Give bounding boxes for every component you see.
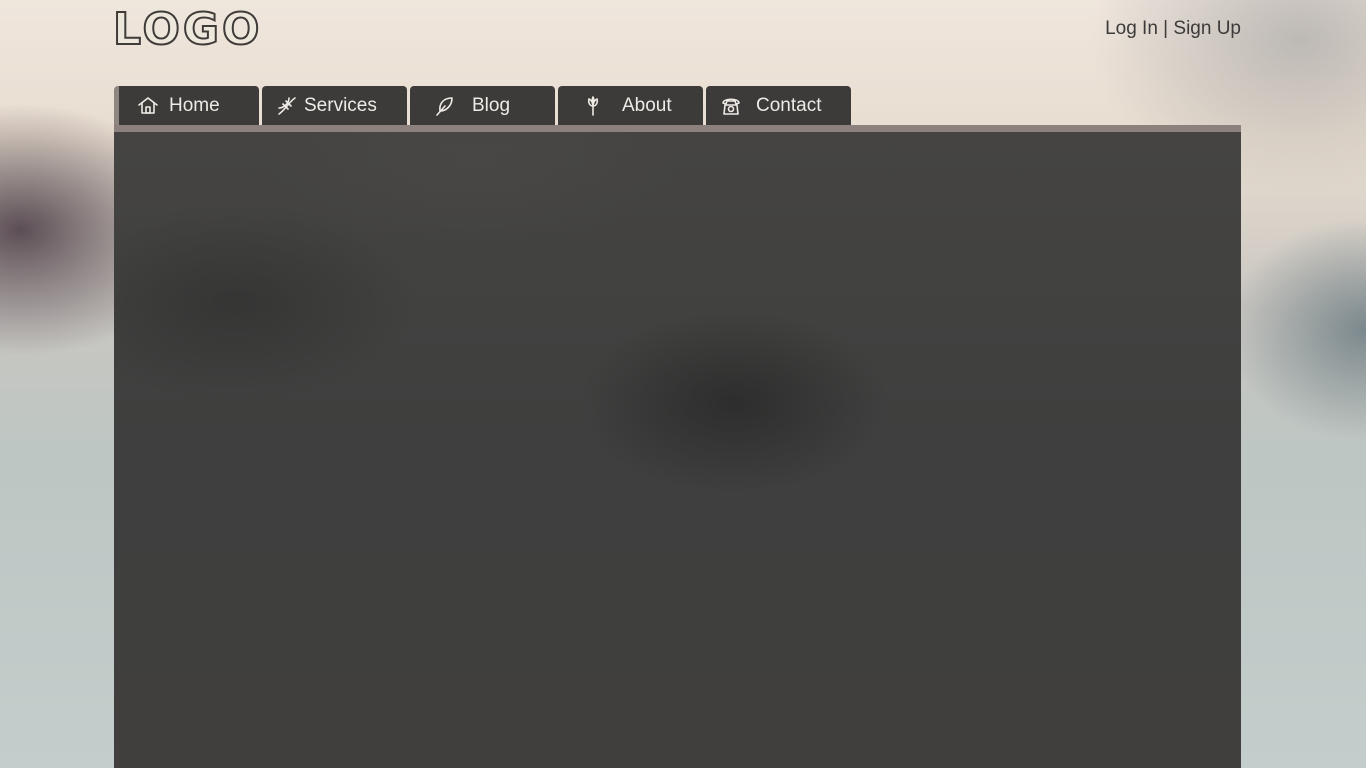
auth-links: Log In | Sign Up bbox=[1105, 18, 1241, 40]
feather-icon bbox=[432, 93, 458, 119]
tab-blog[interactable]: Blog bbox=[410, 86, 555, 125]
logo[interactable]: LOGO bbox=[112, 4, 262, 56]
tab-label: Services bbox=[304, 94, 377, 116]
phone-icon bbox=[718, 93, 744, 119]
house-icon bbox=[135, 93, 161, 119]
nav-accent-stripe bbox=[114, 125, 1241, 132]
flower-icon bbox=[580, 93, 606, 119]
tab-label: Home bbox=[169, 94, 220, 116]
main-nav: Home Services Blog About Contact bbox=[114, 86, 854, 126]
tab-home[interactable]: Home bbox=[114, 86, 259, 125]
login-link[interactable]: Log In bbox=[1105, 18, 1158, 39]
tab-services[interactable]: Services bbox=[262, 86, 407, 125]
tab-contact[interactable]: Contact bbox=[706, 86, 851, 125]
signup-link[interactable]: Sign Up bbox=[1173, 18, 1241, 39]
auth-separator: | bbox=[1163, 18, 1169, 39]
dna-icon bbox=[274, 93, 300, 119]
tab-label: Contact bbox=[756, 94, 822, 116]
tab-label: Blog bbox=[472, 94, 511, 116]
tab-label: About bbox=[622, 94, 672, 116]
tab-about[interactable]: About bbox=[558, 86, 703, 125]
main-content-panel bbox=[114, 132, 1241, 768]
